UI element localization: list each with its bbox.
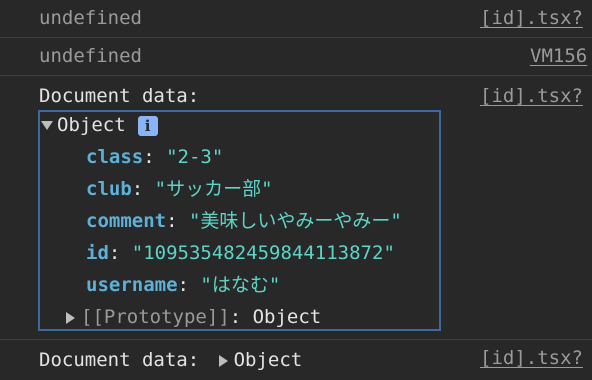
console-message-text: Document data: Object xyxy=(39,348,302,372)
console-message-text: undefined xyxy=(39,7,142,29)
object-label: Object xyxy=(57,114,126,136)
object-property: comment: "美味しいやみーやみー" xyxy=(86,209,402,233)
property-key: class xyxy=(86,146,144,168)
source-link[interactable]: [id].tsx? xyxy=(480,84,583,108)
prototype-label: [[Prototype]] xyxy=(81,306,230,328)
expand-triangle-icon[interactable] xyxy=(66,311,75,324)
prototype-row[interactable]: [[Prototype]]: Object xyxy=(66,305,321,329)
property-value: "2-3" xyxy=(166,146,224,168)
console-message-row: undefined [id].tsx? xyxy=(0,0,592,38)
property-colon: : xyxy=(143,146,167,168)
property-value: "美味しいやみーやみー" xyxy=(188,210,402,232)
info-icon[interactable]: i xyxy=(137,115,158,136)
property-key: comment xyxy=(86,210,167,232)
property-colon: : xyxy=(108,242,132,264)
property-colon: : xyxy=(166,210,189,232)
expand-triangle-icon[interactable] xyxy=(41,121,53,130)
console-message-text: undefined xyxy=(39,45,142,67)
collapsed-object-label[interactable]: Object xyxy=(234,349,303,371)
property-value: "サッカー部" xyxy=(154,178,273,200)
property-colon: : xyxy=(177,274,201,296)
source-link[interactable]: [id].tsx? xyxy=(480,6,583,30)
source-link[interactable]: [id].tsx? xyxy=(480,346,583,370)
console-message-row: Document data: Object [id].tsx? xyxy=(0,340,592,380)
expand-triangle-icon[interactable] xyxy=(218,354,228,367)
prototype-value: Object xyxy=(252,306,322,328)
object-property: club: "サッカー部" xyxy=(86,177,273,201)
property-key: id xyxy=(86,242,109,264)
console-message-text: Document data: xyxy=(39,85,200,107)
property-key: club xyxy=(86,178,132,200)
property-colon: : xyxy=(131,178,155,200)
console-message-row: undefined VM156 xyxy=(0,38,592,76)
property-colon: : xyxy=(229,306,253,328)
message-label: Document data: xyxy=(39,349,200,371)
object-property: id: "109535482459844113872" xyxy=(86,241,395,265)
object-property: class: "2-3" xyxy=(86,145,223,169)
property-value: "109535482459844113872" xyxy=(131,242,395,264)
object-tree-root[interactable]: Object i xyxy=(41,113,158,137)
property-value: "はなむ" xyxy=(200,274,281,296)
source-link[interactable]: VM156 xyxy=(530,44,587,68)
property-key: username xyxy=(86,274,178,296)
object-property: username: "はなむ" xyxy=(86,273,280,297)
